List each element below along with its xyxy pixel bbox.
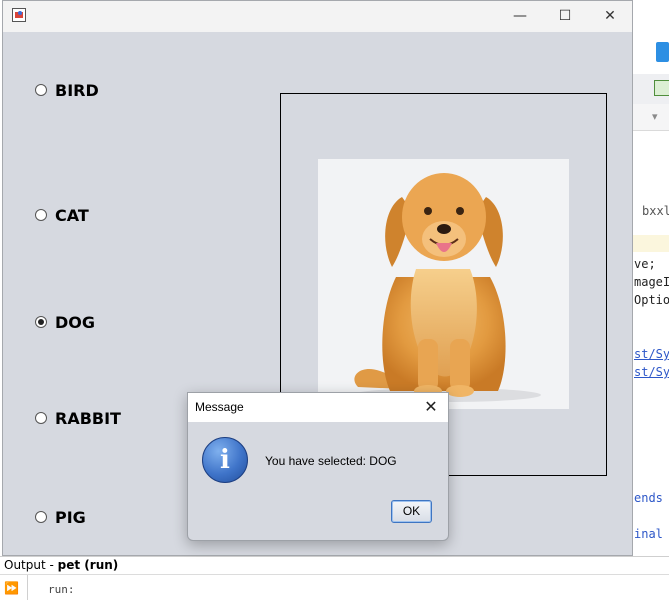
radio-option-pig[interactable]: PIG [35, 507, 86, 527]
radio-label[interactable]: BIRD [55, 81, 99, 100]
radio-label[interactable]: PIG [55, 508, 86, 527]
code-fragment: Optio [634, 293, 669, 307]
ok-button[interactable]: OK [391, 500, 432, 523]
output-panel-body: ⏩ run: [0, 574, 669, 600]
radio-option-cat[interactable]: CAT [35, 205, 89, 225]
radio-button[interactable] [35, 412, 47, 424]
radio-label[interactable]: CAT [55, 206, 89, 225]
output-panel-header: Output - pet (run) [0, 556, 669, 574]
golden-retriever-illustration [351, 173, 541, 402]
code-link[interactable]: st/Sy [634, 365, 669, 379]
radio-option-bird[interactable]: BIRD [35, 80, 99, 100]
dog-photo [318, 159, 569, 409]
java-app-icon [12, 8, 26, 22]
radio-label[interactable]: RABBIT [55, 409, 121, 428]
radio-label[interactable]: DOG [55, 313, 95, 332]
output-title-project: pet (run) [57, 558, 119, 572]
close-button[interactable]: ✕ [587, 1, 633, 32]
radio-button[interactable] [35, 511, 47, 523]
ide-current-line-highlight [632, 235, 669, 252]
minimize-button[interactable]: — [497, 1, 543, 32]
code-fragment: ve; [634, 257, 656, 271]
radio-button-selected[interactable] [35, 316, 47, 328]
info-glyph: i [220, 445, 230, 475]
ide-toolbar-dropdown-icon[interactable]: ▾ [652, 110, 658, 123]
dialog-title-bar[interactable]: Message ✕ [188, 393, 448, 422]
message-dialog: Message ✕ i You have selected: DOG OK [187, 392, 449, 541]
code-fragment: mageI [634, 275, 669, 289]
code-fragment: ends [634, 491, 663, 505]
ide-tab-indicator[interactable] [656, 42, 669, 62]
output-divider [27, 575, 28, 600]
radio-option-rabbit[interactable]: RABBIT [35, 408, 121, 428]
dialog-message: You have selected: DOG [265, 454, 397, 468]
radio-button[interactable] [35, 209, 47, 221]
output-text: run: [48, 583, 75, 596]
code-fragment: inal [634, 527, 663, 541]
ide-toolbar [632, 74, 669, 105]
output-panel-title: Output - pet (run) [4, 558, 118, 572]
dialog-title: Message [195, 400, 244, 414]
code-fragment: bxxl [642, 204, 669, 218]
information-icon: i [202, 437, 248, 483]
ide-toolbar-icon[interactable] [654, 80, 669, 96]
title-bar[interactable]: — ☐ ✕ [3, 1, 632, 32]
rerun-icon[interactable]: ⏩ [4, 582, 19, 594]
output-title-prefix: Output - [4, 558, 58, 572]
code-link[interactable]: st/Sy [634, 347, 669, 361]
dialog-close-button[interactable]: ✕ [420, 396, 442, 418]
ide-editor-toolbar: ▾ [632, 104, 669, 131]
radio-button[interactable] [35, 84, 47, 96]
radio-option-dog[interactable]: DOG [35, 312, 95, 332]
maximize-button[interactable]: ☐ [542, 1, 588, 32]
